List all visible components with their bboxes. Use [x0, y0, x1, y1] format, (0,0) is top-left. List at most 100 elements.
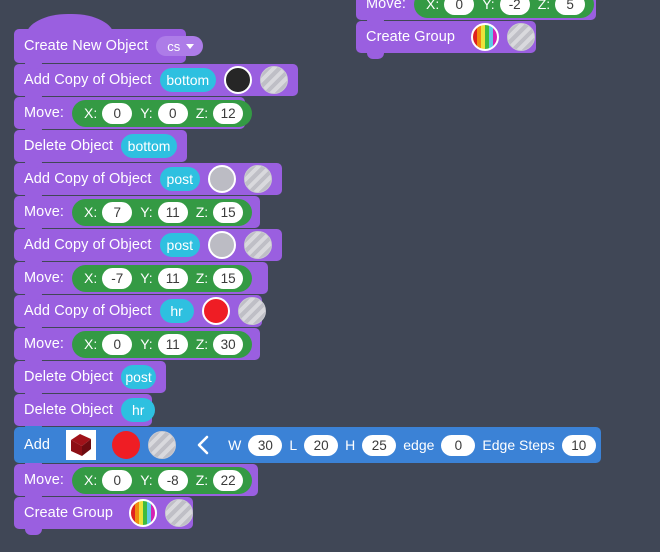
move-label: Move:: [24, 204, 64, 220]
x-value-input[interactable]: 7: [102, 201, 133, 223]
block-notch: [25, 195, 42, 201]
add-copy-of-object-block[interactable]: Add Copy of Object bottom: [14, 63, 298, 96]
object-name-pill[interactable]: bottom: [159, 68, 216, 92]
z-value-input[interactable]: 22: [213, 469, 244, 491]
object-name-pill[interactable]: hr: [121, 398, 156, 422]
block-notch: [25, 463, 42, 469]
move-block[interactable]: Move: X: 0 Y: -2 Z: 5: [356, 0, 596, 20]
red-swatch[interactable]: [112, 431, 141, 459]
y-value-input[interactable]: 11: [157, 333, 188, 355]
red-swatch[interactable]: [201, 297, 230, 325]
block-notch: [25, 393, 42, 399]
x-value-input[interactable]: 0: [102, 469, 133, 491]
object-name-pill[interactable]: post: [121, 365, 156, 389]
add-copy-label: Add Copy of Object: [24, 303, 152, 319]
y-value-input[interactable]: -8: [157, 469, 188, 491]
cube-icon[interactable]: [66, 430, 97, 460]
hat-dome: [26, 14, 114, 36]
add-copy-label: Add Copy of Object: [24, 237, 152, 253]
length-input[interactable]: 20: [304, 434, 339, 456]
block-notch: [25, 63, 42, 69]
delete-object-block[interactable]: Delete Object post: [14, 360, 166, 393]
object-name-pill[interactable]: bottom: [121, 134, 177, 158]
z-value-input[interactable]: 5: [555, 0, 586, 15]
block-notch: [25, 327, 42, 333]
striped-swatch[interactable]: [260, 66, 288, 94]
z-axis-label: Z:: [195, 336, 209, 352]
object-name-pill[interactable]: post: [159, 167, 200, 191]
create-group-block[interactable]: Create Group: [14, 496, 194, 535]
grey-swatch[interactable]: [208, 231, 236, 259]
move-block[interactable]: Move: X: 7 Y: 11 Z: 15: [14, 195, 260, 228]
object-name-pill[interactable]: post: [159, 233, 200, 257]
move-label: Move:: [366, 0, 406, 12]
move-block[interactable]: Move: X: -7 Y: 11 Z: 15: [14, 261, 268, 294]
z-value-input[interactable]: 15: [213, 267, 244, 289]
block-editor-canvas[interactable]: Move: X: 0 Y: -2 Z: 5 Create Group Creat…: [0, 0, 660, 552]
x-axis-label: X:: [426, 0, 440, 12]
move-coordinates[interactable]: X: -7 Y: 11 Z: 15: [72, 264, 253, 292]
striped-swatch[interactable]: [148, 431, 177, 459]
edge-steps-input[interactable]: 10: [561, 434, 596, 456]
move-block[interactable]: Move: X: 0 Y: -8 Z: 22: [14, 463, 258, 496]
height-label: H: [345, 437, 356, 453]
striped-swatch[interactable]: [244, 231, 272, 259]
create-group-label: Create Group: [24, 505, 114, 521]
x-value-input[interactable]: 0: [444, 0, 475, 15]
add-copy-of-object-block[interactable]: Add Copy of Object hr: [14, 294, 266, 327]
z-value-input[interactable]: 15: [213, 201, 244, 223]
delete-object-label: Delete Object: [24, 369, 114, 385]
move-block[interactable]: Move: X: 0 Y: 0 Z: 12: [14, 96, 253, 129]
move-label: Move:: [24, 472, 64, 488]
black-swatch[interactable]: [224, 66, 252, 94]
y-value-input[interactable]: 11: [157, 201, 188, 223]
delete-object-block[interactable]: Delete Object hr: [14, 393, 156, 426]
add-copy-of-object-block[interactable]: Add Copy of Object post: [14, 162, 282, 195]
block-notch: [25, 129, 42, 135]
height-input[interactable]: 25: [362, 434, 397, 456]
y-value-input[interactable]: -2: [499, 0, 530, 15]
z-value-input[interactable]: 30: [213, 333, 244, 355]
block-notch: [367, 20, 384, 26]
z-value-input[interactable]: 12: [213, 102, 244, 124]
y-axis-label: Y:: [482, 0, 495, 12]
move-coordinates[interactable]: X: 0 Y: 0 Z: 12: [72, 99, 253, 127]
move-coordinates[interactable]: X: 0 Y: -8 Z: 22: [72, 466, 253, 494]
move-coordinates[interactable]: X: 7 Y: 11 Z: 15: [72, 198, 253, 226]
add-primitive-block[interactable]: Add W 30 L 20 H 25 edge 0 Edge Steps 10: [14, 426, 601, 463]
grey-swatch[interactable]: [208, 165, 236, 193]
x-value-input[interactable]: 0: [102, 102, 133, 124]
x-value-input[interactable]: -7: [102, 267, 133, 289]
edge-steps-label: Edge Steps: [482, 437, 555, 453]
x-axis-label: X:: [84, 204, 98, 220]
add-copy-of-object-block[interactable]: Add Copy of Object post: [14, 228, 282, 261]
move-coordinates[interactable]: X: 0 Y: -2 Z: 5: [414, 0, 595, 18]
y-value-input[interactable]: 0: [157, 102, 188, 124]
z-axis-label: Z:: [195, 472, 209, 488]
width-label: W: [228, 437, 242, 453]
x-value-input[interactable]: 0: [102, 333, 133, 355]
striped-swatch[interactable]: [237, 297, 266, 325]
script-stack-main[interactable]: Create New Object cs Add Copy of Object …: [14, 14, 601, 535]
width-input[interactable]: 30: [248, 434, 283, 456]
object-name-pill[interactable]: hr: [159, 299, 194, 323]
x-axis-label: X:: [84, 472, 98, 488]
striped-swatch[interactable]: [165, 499, 194, 527]
move-coordinates[interactable]: X: 0 Y: 11 Z: 30: [72, 330, 253, 358]
striped-swatch[interactable]: [244, 165, 272, 193]
edge-label: edge: [403, 437, 435, 453]
add-copy-label: Add Copy of Object: [24, 171, 152, 187]
y-value-input[interactable]: 11: [157, 267, 188, 289]
chevron-left-icon[interactable]: [194, 434, 212, 456]
block-notch: [25, 162, 42, 168]
create-new-object-block[interactable]: Create New Object cs: [14, 14, 204, 63]
move-block[interactable]: Move: X: 0 Y: 11 Z: 30: [14, 327, 260, 360]
x-axis-label: X:: [84, 105, 98, 121]
rainbow-swatch[interactable]: [129, 499, 158, 527]
object-type-value: cs: [167, 38, 181, 54]
edge-input[interactable]: 0: [441, 434, 476, 456]
y-axis-label: Y:: [140, 336, 153, 352]
object-type-dropdown[interactable]: cs: [156, 36, 204, 56]
delete-object-block[interactable]: Delete Object bottom: [14, 129, 187, 162]
y-axis-label: Y:: [140, 204, 153, 220]
